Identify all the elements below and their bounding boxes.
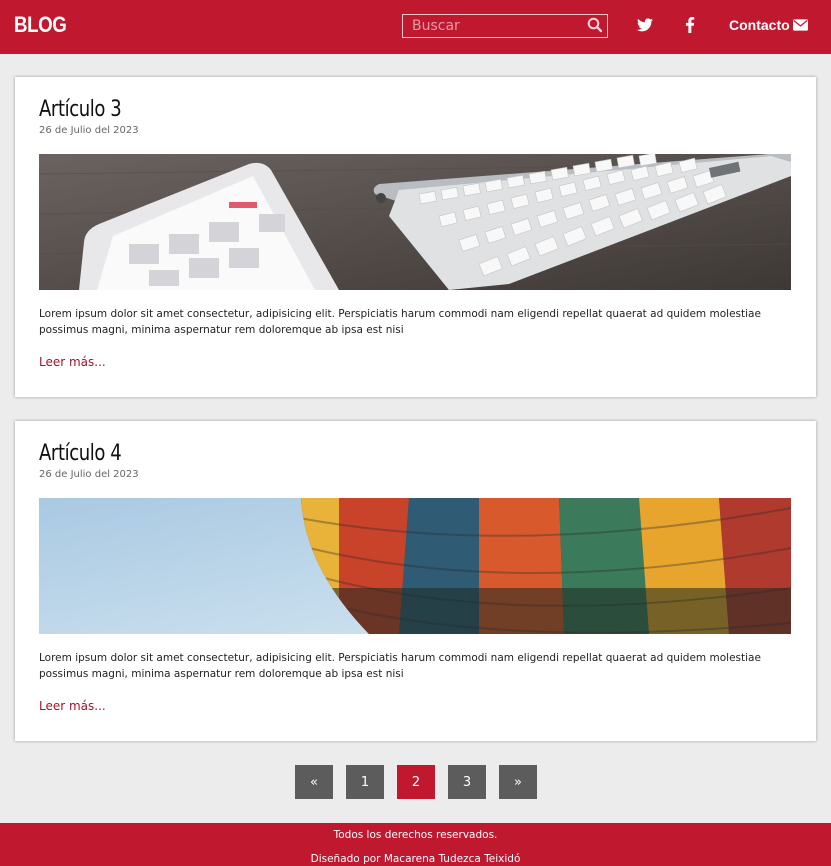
read-more-link[interactable]: Leer más... [39, 355, 106, 369]
envelope-icon [792, 19, 808, 31]
article-excerpt: Lorem ipsum dolor sit amet consectetur, … [39, 308, 761, 336]
search-input[interactable] [403, 15, 583, 37]
logo[interactable]: BLOG [14, 12, 67, 38]
footer-credits: Diseñado por Macarena Tudezca Teixidó [310, 853, 521, 865]
article-title: Artículo 3 [39, 97, 122, 122]
site-header: BLOG Contacto [0, 0, 831, 54]
page-button-3[interactable]: 3 [448, 765, 486, 799]
search-icon[interactable] [586, 16, 604, 34]
pagination: « 1 2 3 » [295, 765, 537, 799]
page-button-1[interactable]: 1 [346, 765, 384, 799]
search-box[interactable] [402, 14, 608, 38]
article-date: 26 de Julio del 2023 [39, 125, 139, 136]
next-page-button[interactable]: » [499, 765, 537, 799]
prev-page-button[interactable]: « [295, 765, 333, 799]
contact-label: Contacto [729, 17, 790, 33]
article-title: Artículo 4 [39, 441, 122, 466]
site-footer: Todos los derechos reservados. Diseñado … [0, 823, 831, 866]
article-image [39, 498, 791, 634]
contact-link[interactable]: Contacto [729, 17, 808, 33]
twitter-icon[interactable] [637, 18, 653, 32]
article-image [39, 154, 791, 290]
article-date: 26 de Julio del 2023 [39, 469, 139, 480]
footer-rights: Todos los derechos reservados. [333, 829, 498, 841]
page-button-2[interactable]: 2 [397, 765, 435, 799]
facebook-icon[interactable] [684, 17, 696, 33]
article-excerpt: Lorem ipsum dolor sit amet consectetur, … [39, 652, 761, 680]
article-card: Artículo 4 26 de Julio del 2023 Lorem ip… [15, 421, 816, 741]
article-card: Artículo 3 26 de Julio del 2023 Lorem ip… [15, 77, 816, 397]
read-more-link[interactable]: Leer más... [39, 699, 106, 713]
